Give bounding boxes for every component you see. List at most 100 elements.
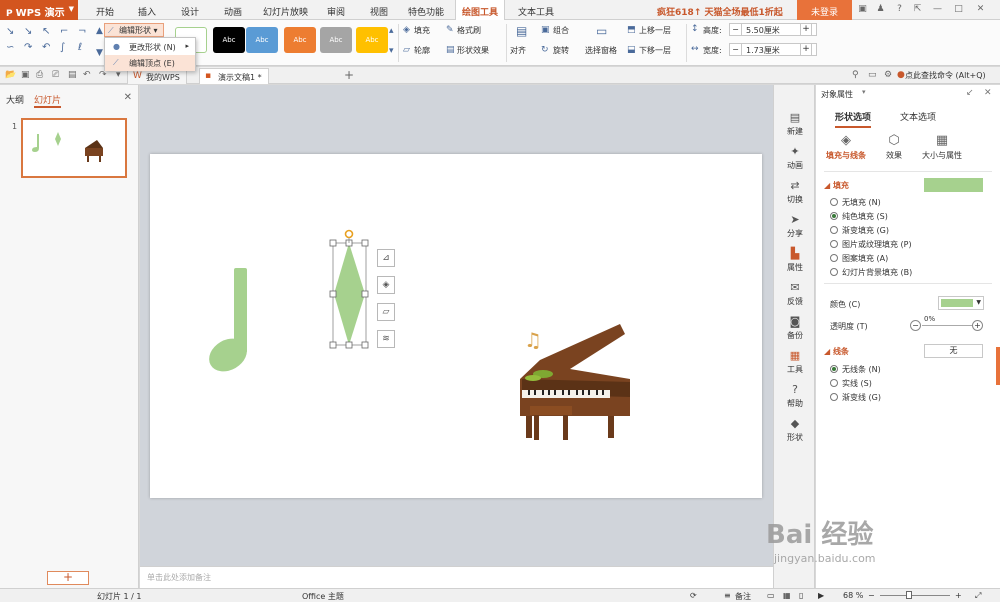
scribble-shape-icon[interactable]: ℓ [78, 42, 82, 53]
fill-option-solid[interactable]: 纯色填充 (S) [830, 211, 888, 222]
redo-icon[interactable]: ↷ [99, 70, 107, 80]
tab-review[interactable]: 审阅 [327, 5, 345, 18]
fill-option-gradient[interactable]: 渐变填充 (G) [830, 225, 889, 236]
side-tools[interactable]: ▦ 工具 [774, 349, 816, 383]
elbow-shape-icon[interactable]: ¬ [78, 26, 86, 37]
export-icon[interactable]: ⎙ [36, 70, 43, 80]
open-icon[interactable]: 📂 [5, 70, 16, 80]
tab-view[interactable]: 视图 [370, 5, 388, 18]
change-shape-item[interactable]: ● 更改形状 (N) ▸ [105, 39, 195, 55]
line-section-header[interactable]: ◢ 线条 [824, 346, 849, 357]
transparency-slider[interactable] [922, 325, 972, 326]
slide-thumbnail[interactable] [21, 118, 127, 178]
format-brush-button[interactable]: 格式刷 [457, 25, 481, 36]
tab-home[interactable]: 开始 [96, 5, 114, 18]
line-option-none[interactable]: 无线条 (N) [830, 364, 881, 375]
send-backward-button[interactable]: 下移一层 [639, 45, 671, 56]
radio-button[interactable] [830, 226, 838, 234]
transparency-increase[interactable]: + [972, 320, 983, 331]
color-dropdown[interactable]: ▼ [938, 296, 984, 310]
notes-pane[interactable]: 单击此处添加备注 [140, 566, 773, 588]
outline-quick-icon[interactable]: ▱ [377, 303, 395, 321]
diamond-shape[interactable] [329, 229, 369, 349]
radio-button[interactable] [830, 393, 838, 401]
layers-quick-icon[interactable]: ≋ [377, 330, 395, 348]
height-decrement[interactable]: − [730, 24, 742, 35]
chevron-down-icon[interactable]: ▾ [116, 70, 121, 80]
selection-pane-button[interactable]: 选择窗格 [585, 45, 617, 56]
radio-button-selected[interactable] [830, 365, 838, 373]
radio-button[interactable] [830, 254, 838, 262]
sorter-view-icon[interactable]: ▦ [783, 591, 791, 600]
radio-button[interactable] [830, 268, 838, 276]
fill-option-pattern[interactable]: 图案填充 (A) [830, 253, 888, 264]
side-shape[interactable]: ◆ 形状 [774, 417, 816, 451]
login-button[interactable]: 未登录 [797, 0, 852, 20]
minimize-icon[interactable]: — [932, 4, 943, 15]
slideshow-icon[interactable]: ▶ [818, 591, 824, 600]
tab-animation[interactable]: 动画 [224, 5, 242, 18]
side-backup[interactable]: ◙ 备份 [774, 315, 816, 349]
elbow-shape-icon[interactable]: ⌐ [60, 26, 68, 37]
skin-icon[interactable]: ▣ [857, 4, 868, 15]
shape-style-orange[interactable]: Abc [284, 27, 316, 53]
promo-text[interactable]: 疯狂618↑ 天猫全场最低1折起 [657, 5, 783, 18]
fill-quick-icon[interactable]: ◈ [377, 276, 395, 294]
edit-shape-button[interactable]: ⟋ 编辑形状 ▾ [104, 23, 164, 37]
rotate-button[interactable]: 旋转 [553, 45, 569, 56]
radio-button-selected[interactable] [830, 212, 838, 220]
reading-view-icon[interactable]: ▯ [799, 591, 803, 600]
preview-icon[interactable]: ▤ [68, 70, 77, 80]
notes-toggle[interactable]: 备注 [735, 591, 751, 602]
subtab-size[interactable]: ▦ 大小与属性 [912, 133, 972, 161]
arrow-shape-icon[interactable]: ↖ [42, 26, 50, 37]
app-menu-button[interactable]: P WPS 演示 ▼ [0, 0, 78, 20]
fill-option-picture[interactable]: 图片或纹理填充 (P) [830, 239, 912, 250]
undo-icon[interactable]: ↶ [83, 70, 91, 80]
tab-slides[interactable]: 幻灯片 [34, 93, 62, 108]
scroll-up-icon[interactable]: ▲ [96, 26, 103, 36]
side-new[interactable]: ▤ 新建 [774, 111, 816, 145]
radio-button[interactable] [830, 240, 838, 248]
gallery-up-icon[interactable]: ▴ [389, 26, 394, 36]
close-icon[interactable]: ✕ [975, 4, 986, 15]
align-button[interactable]: 对齐 [510, 45, 526, 56]
shape-style-black[interactable]: Abc [213, 27, 245, 53]
tab-insert[interactable]: 插入 [138, 5, 156, 18]
settings-icon[interactable]: ⚙ [884, 70, 892, 80]
side-share[interactable]: ➤ 分享 [774, 213, 816, 247]
line-option-solid[interactable]: 实线 (S) [830, 378, 872, 389]
line-value-box[interactable]: 无 [924, 344, 983, 358]
panel-edge-handle[interactable] [996, 347, 1000, 385]
zoom-out-icon[interactable]: − [868, 591, 875, 600]
tab-shape-options[interactable]: 形状选项 [835, 110, 872, 128]
freeform-shape-icon[interactable]: ∫ [60, 42, 65, 53]
music-note-shape[interactable] [203, 268, 253, 378]
save-icon[interactable]: ▣ [21, 70, 30, 80]
close-icon[interactable]: ✕ [124, 92, 132, 103]
collapse-icon[interactable]: ↙ [966, 88, 974, 98]
tab-document[interactable]: ▪ 演示文稿1 * [199, 68, 269, 84]
fill-section-header[interactable]: ◢ 填充 [824, 180, 849, 191]
side-properties[interactable]: ▙ 属性 [774, 247, 816, 281]
maximize-icon[interactable]: □ [953, 4, 964, 15]
shape-style-blue[interactable]: Abc [246, 27, 278, 53]
tab-special[interactable]: 特色功能 [408, 5, 444, 18]
group-button[interactable]: 组合 [553, 25, 569, 36]
edit-points-item[interactable]: ⟋ 编辑顶点 (E) [105, 55, 195, 71]
sync-icon[interactable]: ⟳ [690, 591, 697, 600]
side-transition[interactable]: ⇄ 切换 [774, 179, 816, 213]
shirt-icon[interactable]: ♟ [875, 4, 886, 15]
curve-shape-icon[interactable]: ↷ [24, 42, 32, 53]
side-help[interactable]: ? 帮助 [774, 383, 816, 417]
tab-text-options[interactable]: 文本选项 [900, 110, 936, 126]
side-animation[interactable]: ✦ 动画 [774, 145, 816, 179]
zoom-in-icon[interactable]: + [955, 591, 962, 600]
add-tab-icon[interactable]: + [344, 68, 354, 82]
notes-icon[interactable]: ≡ [724, 591, 731, 600]
curve-shape-icon[interactable]: ∽ [6, 42, 14, 53]
radio-button[interactable] [830, 379, 838, 387]
fill-option-slide-bg[interactable]: 幻灯片背景填充 (B) [830, 267, 912, 278]
gallery-more-icon[interactable]: ▾ [389, 46, 394, 56]
tab-outline[interactable]: 大纲 [6, 93, 24, 106]
